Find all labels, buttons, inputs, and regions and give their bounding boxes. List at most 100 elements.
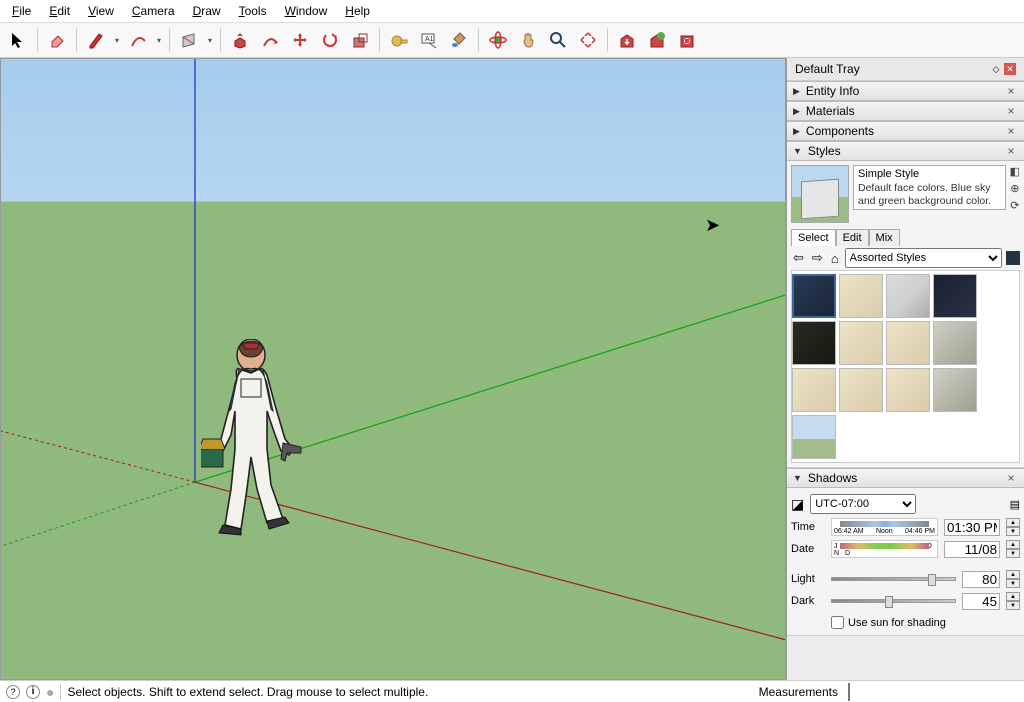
close-icon[interactable]: × (1004, 124, 1018, 138)
geo-icon[interactable]: i (26, 685, 40, 699)
warehouse-share-tool[interactable] (643, 26, 671, 54)
menu-help[interactable]: Help (337, 2, 378, 20)
status-bar: ? i ● Select objects. Shift to extend se… (0, 680, 1024, 702)
nav-back-icon[interactable]: ⇦ (791, 250, 806, 266)
nav-fwd-icon[interactable]: ⇨ (810, 250, 825, 266)
menu-window[interactable]: Window (277, 2, 336, 20)
style-thumb[interactable] (886, 274, 930, 318)
spin-down-icon[interactable]: ▼ (1006, 601, 1020, 610)
style-thumb[interactable] (792, 415, 836, 459)
menu-file[interactable]: File (4, 2, 39, 20)
panel-shadows[interactable]: ▼Shadows× (787, 468, 1024, 488)
text-tool[interactable]: A1 (415, 26, 443, 54)
scale-tool[interactable] (346, 26, 374, 54)
style-thumb[interactable] (839, 274, 883, 318)
menu-edit[interactable]: Edit (41, 2, 78, 20)
tab-mix[interactable]: Mix (869, 229, 900, 246)
spin-up-icon[interactable]: ▲ (1006, 592, 1020, 601)
info-icon[interactable]: ? (6, 685, 20, 699)
viewport-3d[interactable]: ➤ (0, 58, 786, 680)
tray-pin-icon[interactable]: ◇ (990, 63, 1002, 75)
style-display-icon[interactable]: ◧ (1010, 165, 1020, 178)
menu-camera[interactable]: Camera (124, 2, 183, 20)
timezone-select[interactable]: UTC-07:00 (810, 494, 916, 514)
measurements-label: Measurements (759, 685, 838, 699)
tab-edit[interactable]: Edit (836, 229, 869, 246)
select-tool[interactable] (4, 26, 32, 54)
shadow-menu-icon[interactable]: ▤ (1010, 498, 1020, 511)
menu-view[interactable]: View (80, 2, 122, 20)
dark-input[interactable] (962, 593, 1000, 610)
tray-close-icon[interactable]: ✕ (1004, 63, 1016, 75)
style-refresh-icon[interactable]: ⟳ (1010, 199, 1019, 212)
time-input[interactable] (944, 519, 1000, 536)
nav-home-icon[interactable]: ⌂ (829, 251, 841, 266)
style-thumb[interactable] (886, 368, 930, 412)
close-icon[interactable]: × (1004, 144, 1018, 158)
measurements-input[interactable] (848, 683, 1018, 701)
light-label: Light (791, 573, 825, 585)
arc-dropdown[interactable]: ▾ (154, 36, 164, 45)
panel-components[interactable]: ▶Components× (787, 121, 1024, 141)
shape-dropdown[interactable]: ▾ (205, 36, 215, 45)
panel-materials[interactable]: ▶Materials× (787, 101, 1024, 121)
pan-tool[interactable] (514, 26, 542, 54)
zoom-extents-tool[interactable] (574, 26, 602, 54)
date-slider[interactable]: J F M A M J J A S O N D (831, 540, 938, 558)
light-slider[interactable] (831, 577, 956, 581)
date-input[interactable] (944, 541, 1000, 558)
style-new-icon[interactable]: ⊕ (1010, 182, 1019, 195)
light-input[interactable] (962, 571, 1000, 588)
spin-up-icon[interactable]: ▲ (1006, 570, 1020, 579)
warehouse-get-tool[interactable] (613, 26, 641, 54)
eraser-tool[interactable] (43, 26, 71, 54)
close-icon[interactable]: × (1004, 104, 1018, 118)
style-thumb[interactable] (933, 274, 977, 318)
menu-draw[interactable]: Draw (185, 2, 229, 20)
style-thumb[interactable] (886, 321, 930, 365)
dark-slider[interactable] (831, 599, 956, 603)
zoom-tool[interactable] (544, 26, 572, 54)
spin-down-icon[interactable]: ▼ (1006, 579, 1020, 588)
panel-styles[interactable]: ▼Styles× (787, 141, 1024, 161)
arc-tool[interactable] (124, 26, 152, 54)
details-toggle-icon[interactable] (1006, 251, 1020, 265)
tab-select[interactable]: Select (791, 229, 836, 246)
style-thumb[interactable] (792, 321, 836, 365)
axis-red-neg (1, 431, 195, 482)
menu-tools[interactable]: Tools (231, 2, 275, 20)
orbit-tool[interactable] (484, 26, 512, 54)
close-icon[interactable]: × (1004, 471, 1018, 485)
pushpull-tool[interactable] (226, 26, 254, 54)
pencil-dropdown[interactable]: ▾ (112, 36, 122, 45)
use-sun-checkbox[interactable] (831, 616, 844, 629)
style-collection-select[interactable]: Assorted Styles (845, 248, 1002, 268)
rectangle-tool[interactable] (175, 26, 203, 54)
paint-tool[interactable] (445, 26, 473, 54)
style-thumb[interactable] (839, 368, 883, 412)
time-slider[interactable]: 06:42 AM Noon 04:46 PM (831, 518, 938, 536)
style-thumb[interactable] (933, 368, 977, 412)
rotate-tool[interactable] (316, 26, 344, 54)
spin-down-icon[interactable]: ▼ (1006, 549, 1020, 558)
spin-up-icon[interactable]: ▲ (1006, 540, 1020, 549)
spin-up-icon[interactable]: ▲ (1006, 518, 1020, 527)
style-thumb[interactable] (792, 274, 836, 318)
ext-warehouse-tool[interactable] (673, 26, 701, 54)
tray-title-bar[interactable]: Default Tray ◇ ✕ (787, 58, 1024, 81)
tape-tool[interactable] (385, 26, 413, 54)
style-thumb[interactable] (839, 321, 883, 365)
move-tool-alt[interactable] (256, 26, 284, 54)
spin-down-icon[interactable]: ▼ (1006, 527, 1020, 536)
close-icon[interactable]: × (1004, 84, 1018, 98)
pencil-tool[interactable] (82, 26, 110, 54)
user-icon[interactable]: ● (46, 684, 54, 700)
default-tray: Default Tray ◇ ✕ ▶Entity Info× ▶Material… (786, 58, 1024, 680)
style-thumb[interactable] (933, 321, 977, 365)
style-thumb[interactable] (792, 368, 836, 412)
status-hint: Select objects. Shift to extend select. … (67, 685, 428, 699)
panel-entity-info[interactable]: ▶Entity Info× (787, 81, 1024, 101)
shadow-toggle-icon[interactable]: ◪ (791, 496, 804, 513)
move-tool[interactable] (286, 26, 314, 54)
current-style-thumb[interactable] (791, 165, 849, 223)
